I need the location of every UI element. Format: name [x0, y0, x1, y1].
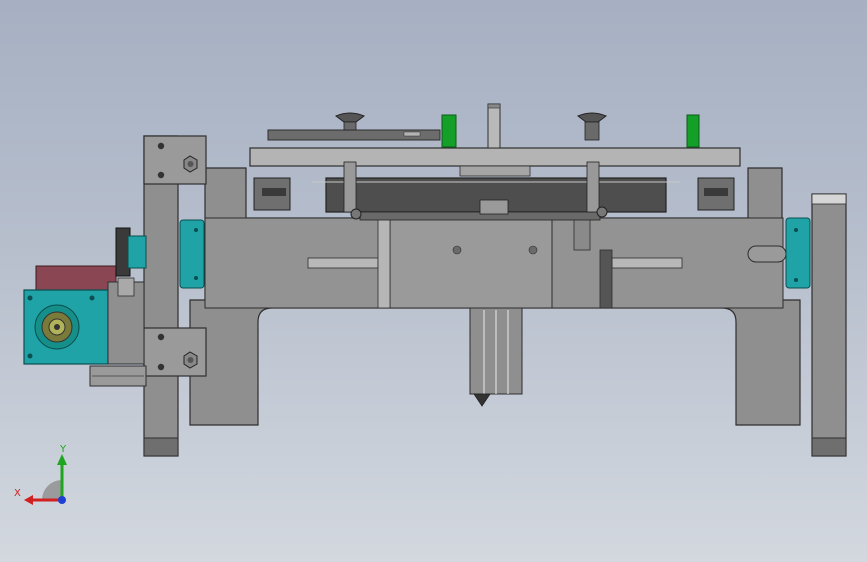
top-sheet-slot: [403, 131, 421, 137]
rail-right: [599, 249, 613, 309]
bolt-hole-1: [157, 142, 165, 150]
right-plate-top: [811, 193, 847, 205]
cad-viewport[interactable]: Y X: [0, 0, 867, 562]
center-block: [389, 217, 553, 309]
bearing-right: [785, 217, 811, 289]
hole-1: [452, 245, 462, 255]
suction-cup-left: [335, 112, 365, 123]
top-plate: [249, 147, 741, 167]
screw-post-left: [343, 161, 357, 213]
x-arrow-head: [24, 495, 33, 505]
joint-right: [596, 206, 608, 218]
bearing-left-bolt-2: [194, 276, 198, 280]
side-slot-left-inner: [262, 188, 286, 196]
y-arrow-head: [57, 454, 67, 465]
bolt-hole-3: [157, 333, 165, 341]
axis-triad: Y X: [14, 444, 67, 505]
x-axis-label: X: [14, 488, 21, 499]
left-lower-clamp: [143, 327, 207, 377]
suction-stem-left: [343, 121, 357, 131]
bracket-right: [573, 217, 591, 251]
green-pin-left: [441, 114, 457, 148]
suction-cup-right: [577, 112, 607, 123]
bolt-hole-2: [157, 171, 165, 179]
hex-nut-lower-center: [187, 357, 194, 363]
motor-bolt-2: [27, 353, 33, 359]
carriage-nub: [479, 199, 509, 215]
center-shaft: [487, 103, 501, 149]
hex-nut-upper-center: [187, 161, 194, 167]
cylinder-tip: [473, 393, 491, 407]
screw-post-right: [586, 161, 600, 213]
motor-coupler-block: [117, 277, 135, 297]
shaft-top: [487, 103, 501, 109]
green-pin-right: [686, 114, 700, 148]
y-axis-label: Y: [59, 444, 67, 455]
left-foot: [143, 437, 179, 457]
side-slot-right-inner: [704, 188, 728, 196]
bearing-left-bolt-1: [194, 228, 198, 232]
bolt-hole-4: [157, 363, 165, 371]
suction-stem-right: [584, 121, 600, 141]
top-plate-tab: [459, 165, 531, 177]
z-axis-dot: [58, 496, 66, 504]
motor-shaft: [54, 324, 60, 330]
slot-left: [307, 257, 379, 269]
bearing-right-bolt-1: [794, 228, 798, 232]
bearing-right-bolt-2: [794, 278, 798, 282]
hole-2: [528, 245, 538, 255]
joint-left: [350, 208, 362, 220]
triad-quadrant: [42, 480, 62, 500]
bearing-left: [179, 219, 205, 289]
slot-handle: [747, 245, 787, 263]
motor-bolt-3: [89, 295, 95, 301]
mechanism-drawing: Y X: [14, 103, 847, 505]
rail-left: [377, 217, 391, 309]
right-foot: [811, 437, 847, 457]
gear-hub: [127, 235, 147, 269]
right-vertical-plate: [811, 193, 847, 457]
slot-right: [611, 257, 683, 269]
motor-bolt-1: [27, 295, 33, 301]
